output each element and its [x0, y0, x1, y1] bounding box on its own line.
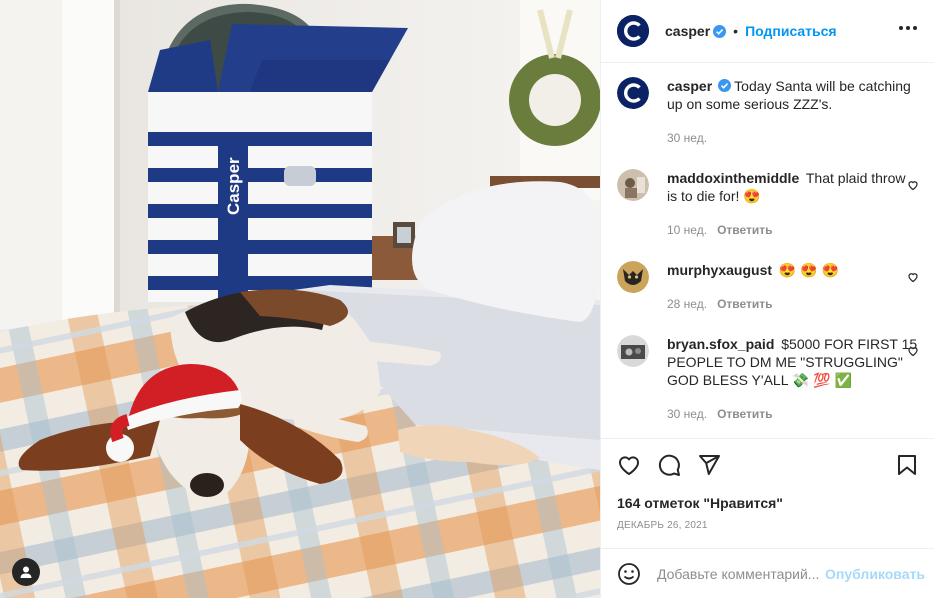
comment-like-heart-icon[interactable] — [907, 271, 919, 283]
post-photo[interactable]: Casper — [0, 0, 600, 598]
comment-like-heart-icon[interactable] — [907, 179, 919, 191]
post-side-panel: casper • Подписаться casper Today Santa w… — [600, 0, 934, 598]
share-icon[interactable] — [697, 453, 721, 477]
likes-count[interactable]: 164 отметок "Нравится" — [617, 495, 783, 511]
caption-username[interactable]: casper — [667, 78, 712, 94]
publish-button[interactable]: Опубликовать — [825, 566, 925, 582]
add-comment-bar: Опубликовать — [601, 548, 934, 598]
comment-text: 😍 😍 😍 — [778, 262, 839, 278]
comment-username[interactable]: murphyxaugust — [667, 262, 772, 278]
caption-item: casper Today Santa will be catching up on… — [617, 77, 919, 145]
comment-time[interactable]: 10 нед. — [667, 223, 707, 237]
more-icon[interactable] — [899, 22, 917, 34]
user-tag-button[interactable] — [12, 558, 40, 586]
verified-icon — [713, 24, 727, 38]
comment-item: maddoxinthemiddle That plaid throw is to… — [617, 169, 919, 237]
user-tag-icon — [20, 566, 32, 578]
heart-icon[interactable] — [617, 453, 641, 477]
comments-list[interactable]: casper Today Santa will be catching up on… — [601, 63, 934, 438]
author-avatar[interactable] — [617, 77, 649, 109]
caption-time[interactable]: 30 нед. — [667, 131, 707, 145]
casper-logo-icon — [617, 15, 649, 47]
verified-icon — [718, 79, 732, 92]
box-brand-text: Casper — [224, 157, 243, 215]
commenter-avatar[interactable] — [617, 335, 649, 367]
post-actions: 164 отметок "Нравится" ДЕКАБРЬ 26, 2021 — [601, 438, 934, 548]
reply-button[interactable]: Ответить — [717, 297, 772, 311]
post-header: casper • Подписаться — [601, 0, 934, 63]
follow-button[interactable]: Подписаться — [745, 23, 837, 39]
comment-like-heart-icon[interactable] — [907, 345, 919, 357]
bookmark-icon[interactable] — [895, 453, 919, 477]
comment-input[interactable] — [657, 565, 825, 582]
comment-username[interactable]: bryan.sfox_paid — [667, 336, 774, 352]
author-avatar[interactable] — [617, 15, 649, 47]
comment-item: bryan.sfox_paid $5000 FOR FIRST 15 PEOPL… — [617, 335, 919, 421]
comment-username[interactable]: maddoxinthemiddle — [667, 170, 799, 186]
commenter-avatar[interactable] — [617, 261, 649, 293]
reply-button[interactable]: Ответить — [717, 407, 772, 421]
commenter-avatar[interactable] — [617, 169, 649, 201]
action-bar — [617, 453, 919, 479]
separator-dot: • — [733, 23, 739, 39]
post-image: Casper — [0, 0, 600, 598]
comment-time[interactable]: 28 нед. — [667, 297, 707, 311]
reply-button[interactable]: Ответить — [717, 223, 772, 237]
emoji-icon[interactable] — [617, 562, 641, 586]
post-date[interactable]: ДЕКАБРЬ 26, 2021 — [617, 520, 708, 531]
comment-item: murphyxaugust 😍 😍 😍 28 нед. Ответить — [617, 261, 919, 311]
comment-icon[interactable] — [657, 453, 681, 477]
author-username[interactable]: casper — [665, 23, 710, 39]
comment-time[interactable]: 30 нед. — [667, 407, 707, 421]
